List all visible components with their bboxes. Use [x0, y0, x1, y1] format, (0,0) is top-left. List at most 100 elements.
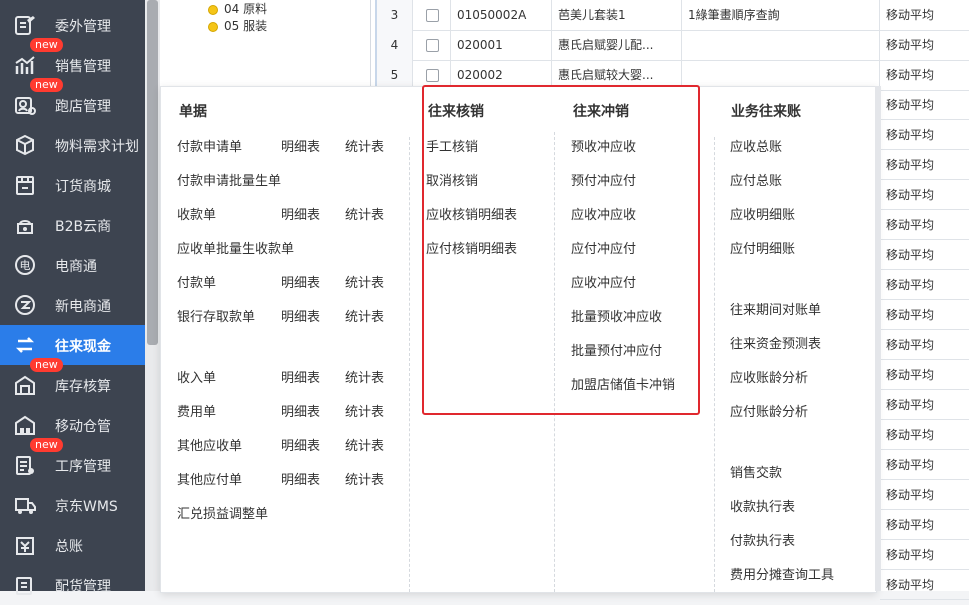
doc-link[interactable]: 收入单 — [177, 367, 216, 386]
stats-report-link[interactable]: 统计表 — [345, 136, 384, 155]
detail-report-link[interactable]: 明细表 — [281, 469, 320, 488]
cost-method: 移动平均 — [886, 428, 935, 442]
new-badge: new — [30, 438, 63, 452]
sidebar-item-jd-wms[interactable]: 京东WMS — [0, 485, 145, 525]
ledger-link[interactable]: 收款执行表 — [730, 496, 795, 515]
sidebar-item-ledger[interactable]: 总账 — [0, 525, 145, 565]
detail-report-link[interactable]: 明细表 — [281, 306, 320, 325]
ecommerce-icon: 电 — [15, 255, 35, 275]
doc-link[interactable]: 付款申请单 — [177, 136, 242, 155]
ledger-link[interactable]: 销售交款 — [730, 462, 782, 481]
truck-icon — [15, 498, 36, 514]
stats-report-link[interactable]: 统计表 — [345, 306, 384, 325]
ledger-link[interactable]: 应付账龄分析 — [730, 401, 808, 420]
doc-link[interactable]: 收款单 — [177, 204, 216, 223]
sidebar-item-b2b[interactable]: B2B云商 — [0, 205, 145, 245]
panel-scrollbar[interactable] — [875, 86, 881, 591]
stats-report-link[interactable]: 统计表 — [345, 401, 384, 420]
sidebar-item-ecommerce[interactable]: 电 电商通 — [0, 245, 145, 285]
row-divider — [880, 599, 969, 600]
cost-method: 移动平均 — [886, 398, 935, 412]
sidebar-item-label: 总账 — [55, 539, 83, 555]
sidebar-item-outsourcing[interactable]: 委外管理 — [0, 5, 145, 45]
sidebar-item-label: 库存核算 — [55, 379, 111, 395]
sidebar-item-sales[interactable]: new 销售管理 — [0, 38, 145, 85]
cost-method: 移动平均 — [886, 38, 935, 52]
doc-link[interactable]: 汇兑损益调整单 — [177, 503, 268, 522]
stats-report-link[interactable]: 统计表 — [345, 435, 384, 454]
detail-report-link[interactable]: 明细表 — [281, 272, 320, 291]
doc-link[interactable]: 其他应付单 — [177, 469, 242, 488]
sidebar-item-mall[interactable]: 订货商城 — [0, 165, 145, 205]
detail-report-link[interactable]: 明细表 — [281, 435, 320, 454]
item-code: 01050002A — [451, 0, 552, 30]
folder-dot-icon — [208, 4, 218, 15]
ledger-link[interactable]: 往来期间对账单 — [730, 299, 821, 318]
sidebar-scrollbar[interactable] — [145, 0, 160, 591]
doc-link[interactable]: 付款申请批量生单 — [177, 170, 281, 189]
new-badge: new — [30, 78, 63, 92]
detail-report-link[interactable]: 明细表 — [281, 367, 320, 386]
sidebar-item-process[interactable]: new 工序管理 — [0, 438, 145, 485]
doc-link[interactable]: 费用单 — [177, 401, 216, 420]
sidebar-item-label: 京东WMS — [55, 499, 118, 515]
detail-report-link[interactable]: 明细表 — [281, 401, 320, 420]
sidebar-item-new-ecommerce[interactable]: 新电商通 — [0, 285, 145, 325]
stats-report-link[interactable]: 统计表 — [345, 204, 384, 223]
store-visit-icon — [15, 97, 36, 115]
cost-method: 移动平均 — [886, 518, 935, 532]
sidebar-item-inventory[interactable]: new 库存核算 — [0, 358, 145, 405]
stats-report-link[interactable]: 统计表 — [345, 367, 384, 386]
sidebar-item-mrp[interactable]: 物料需求计划 — [0, 125, 145, 165]
stats-report-link[interactable]: 统计表 — [345, 469, 384, 488]
exchange-arrows-icon — [15, 337, 35, 353]
doc-link[interactable]: 其他应收单 — [177, 435, 242, 454]
ledger-link[interactable]: 应收总账 — [730, 136, 782, 155]
row-checkbox[interactable] — [413, 0, 451, 30]
row-checkbox[interactable] — [413, 30, 451, 60]
doc-link[interactable]: 付款单 — [177, 272, 216, 291]
sidebar-item-label: 电商通 — [55, 259, 97, 275]
tree-node[interactable]: 04 原料 — [208, 0, 267, 17]
sidebar-item-label: 跑店管理 — [55, 99, 111, 115]
cost-method: 移动平均 — [886, 338, 935, 352]
sidebar-item-store-visit[interactable]: new 跑店管理 — [0, 78, 145, 125]
ledger-link[interactable]: 应付总账 — [730, 170, 782, 189]
col-ledger-title: 业务往来账 — [731, 104, 801, 120]
folder-dot-icon — [208, 21, 218, 32]
sidebar-item-cash-flow[interactable]: 往来现金 — [0, 325, 145, 365]
mobile-warehouse-icon — [15, 415, 35, 435]
row-number: 3 — [377, 0, 413, 30]
cost-method: 移动平均 — [886, 368, 935, 382]
sidebar-item-label: 配货管理 — [55, 579, 111, 595]
detail-report-link[interactable]: 明细表 — [281, 136, 320, 155]
item-name: 芭美儿套装1 — [552, 0, 682, 30]
cost-method: 移动平均 — [886, 128, 935, 142]
doc-link[interactable]: 应收单批量生收款单 — [177, 238, 294, 257]
ledger-link[interactable]: 应收明细账 — [730, 204, 795, 223]
ledger-link[interactable]: 费用分摊查询工具 — [730, 564, 834, 583]
sidebar-item-mobile-warehouse[interactable]: 移动仓管 — [0, 405, 145, 445]
ledger-link[interactable]: 应付明细账 — [730, 238, 795, 257]
stats-report-link[interactable]: 统计表 — [345, 272, 384, 291]
process-icon — [16, 456, 34, 475]
detail-report-link[interactable]: 明细表 — [281, 204, 320, 223]
sidebar-item-label: B2B云商 — [55, 219, 112, 235]
ledger-link[interactable]: 应收账龄分析 — [730, 367, 808, 386]
new-badge: new — [30, 358, 63, 372]
mall-icon — [16, 176, 34, 195]
cost-method: 移动平均 — [886, 98, 935, 112]
inventory-icon — [15, 375, 35, 395]
sidebar-scrollbar-thumb[interactable] — [147, 0, 158, 345]
b2b-cloud-icon — [17, 220, 33, 234]
column-divider — [409, 137, 410, 592]
sidebar-item-distribution[interactable]: 配货管理 — [0, 565, 145, 605]
ledger-link[interactable]: 往来资金预测表 — [730, 333, 821, 352]
doc-link[interactable]: 银行存取款单 — [177, 306, 255, 325]
cash-flow-menu-panel: 单据 付款申请单 明细表 统计表 付款申请批量生单 收款单 明细表 统计表 应收单批量生收款单… — [160, 85, 877, 593]
tree-node[interactable]: 05 服装 — [208, 17, 267, 34]
sidebar: 委外管理 new 销售管理 new 跑店管理 物料需求计划 订货商城 B2B云商… — [0, 0, 145, 595]
table-row[interactable]: 3 01050002A 芭美儿套装1 1綠筆畫順序查詢 移动平均 — [377, 0, 969, 31]
table-row[interactable]: 4 020001 惠氏启赋婴儿配... 移动平均 — [377, 30, 969, 61]
ledger-link[interactable]: 付款执行表 — [730, 530, 795, 549]
